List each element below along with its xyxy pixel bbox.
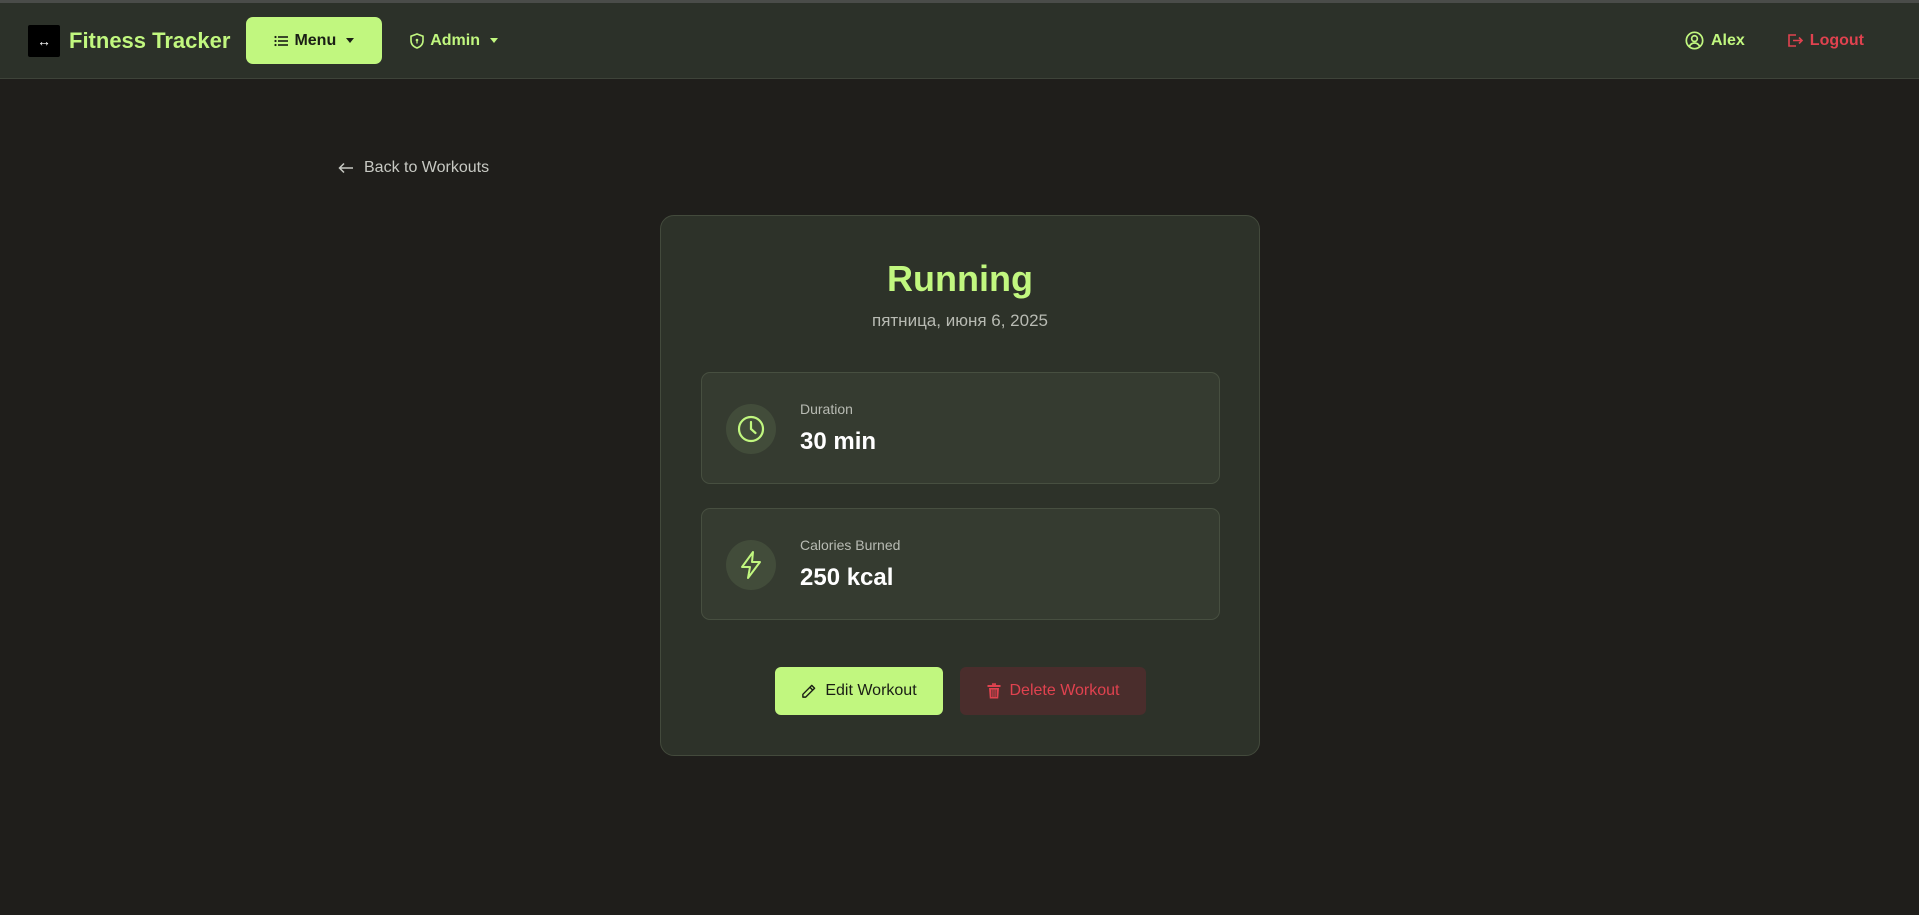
stat-duration: Duration 30 min bbox=[701, 372, 1220, 484]
workout-detail-card: Running пятница, июня 6, 2025 Duration 3… bbox=[660, 215, 1260, 756]
back-link-label: Back to Workouts bbox=[364, 159, 490, 176]
menu-label: Menu bbox=[294, 31, 337, 49]
logout-label: Logout bbox=[1809, 31, 1864, 49]
stat-value: 30 min bbox=[800, 428, 877, 455]
stat-label: Duration bbox=[800, 401, 853, 417]
arrow-left-icon bbox=[338, 162, 353, 174]
caret-down-icon bbox=[490, 38, 498, 43]
brand[interactable]: ↔ Fitness Tracker bbox=[28, 24, 231, 57]
caret-down-icon bbox=[346, 38, 355, 43]
trash-icon bbox=[987, 683, 1000, 699]
admin-dropdown-button[interactable]: Admin bbox=[410, 32, 498, 50]
user-profile-link[interactable]: Alex bbox=[1685, 31, 1745, 50]
logout-button[interactable]: Logout bbox=[1787, 32, 1864, 50]
edit-workout-label: Edit Workout bbox=[825, 682, 917, 699]
logout-icon bbox=[1787, 34, 1803, 47]
lightning-icon bbox=[726, 540, 776, 590]
workout-date: пятница, июня 6, 2025 bbox=[871, 311, 1048, 330]
top-navbar: ↔ Fitness Tracker Menu Admin Alex Logout bbox=[0, 3, 1919, 79]
user-name: Alex bbox=[1711, 31, 1745, 49]
navbar-right: Alex Logout bbox=[1685, 31, 1891, 50]
clock-icon bbox=[726, 404, 776, 454]
user-circle-icon bbox=[1685, 31, 1704, 50]
pencil-icon bbox=[802, 684, 816, 698]
back-to-workouts-link[interactable]: Back to Workouts bbox=[338, 159, 489, 177]
list-icon bbox=[274, 35, 289, 46]
brand-title: Fitness Tracker bbox=[69, 27, 231, 53]
dumbbell-icon: ↔ bbox=[28, 24, 60, 57]
workout-title: Running bbox=[887, 258, 1033, 299]
delete-workout-label: Delete Workout bbox=[1009, 682, 1120, 699]
edit-workout-button[interactable]: Edit Workout bbox=[775, 667, 943, 715]
menu-dropdown-button[interactable]: Menu bbox=[246, 17, 383, 64]
stat-value: 250 kcal bbox=[800, 564, 894, 591]
delete-workout-button[interactable]: Delete Workout bbox=[960, 667, 1146, 715]
admin-label: Admin bbox=[430, 31, 480, 49]
stat-label: Calories Burned bbox=[800, 537, 901, 553]
shield-icon bbox=[410, 32, 425, 49]
stat-calories: Calories Burned 250 kcal bbox=[701, 508, 1220, 620]
